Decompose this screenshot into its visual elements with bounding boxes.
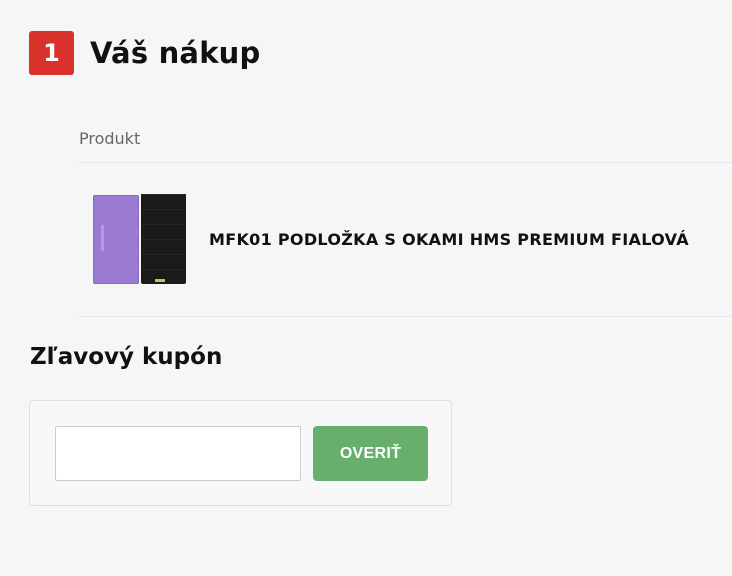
coupon-form: OVERIŤ [29,400,452,506]
verify-coupon-button[interactable]: OVERIŤ [313,426,428,481]
step-number-badge: 1 [29,31,74,75]
product-image[interactable] [93,193,189,286]
coupon-heading: Zľavový kupón [30,344,223,370]
coupon-code-input[interactable] [55,426,301,481]
table-row: MFK01 PODLOŽKA S OKAMI HMS PREMIUM FIALO… [79,163,732,317]
cart-product-table: Produkt MFK01 PODLOŽKA S OKAMI HMS PREMI… [79,116,732,317]
step-header: 1 Váš nákup [29,31,261,75]
purple-mat-image [93,194,139,284]
page-title: Váš nákup [90,36,261,70]
product-name-link[interactable]: MFK01 PODLOŽKA S OKAMI HMS PREMIUM FIALO… [209,230,689,249]
column-header-product: Produkt [79,128,141,148]
black-mat-image [141,193,186,284]
table-header: Produkt [79,116,732,163]
